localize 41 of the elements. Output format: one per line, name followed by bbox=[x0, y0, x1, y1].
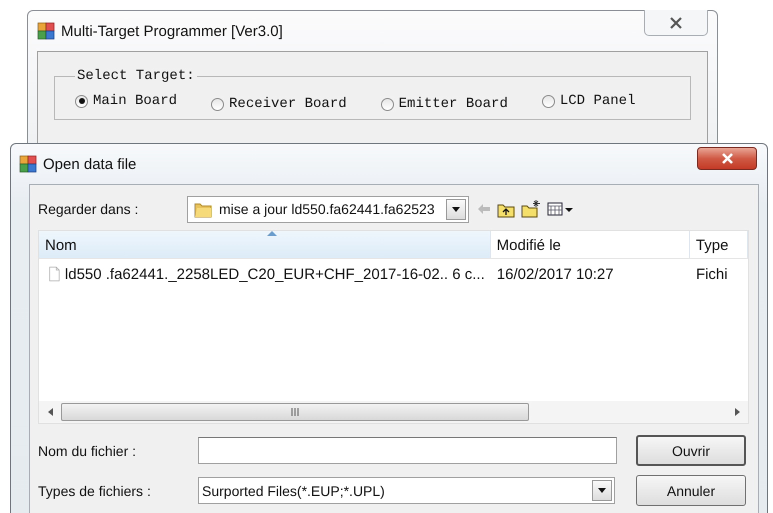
cancel-button[interactable]: Annuler bbox=[636, 475, 746, 506]
window-title: Multi-Target Programmer [Ver3.0] bbox=[61, 22, 283, 40]
look-in-label: Regarder dans : bbox=[38, 201, 140, 217]
column-header[interactable]: Nom bbox=[39, 231, 491, 258]
radio-label[interactable]: Emitter Board bbox=[398, 96, 508, 112]
dialog-title: Open data file bbox=[43, 156, 136, 172]
radio-label[interactable]: Main Board bbox=[93, 93, 178, 109]
view-menu-icon[interactable] bbox=[547, 201, 574, 217]
column-header[interactable]: Type bbox=[690, 231, 748, 258]
radio-button[interactable] bbox=[542, 94, 555, 108]
sort-arrow-icon bbox=[267, 231, 277, 236]
app-icon bbox=[37, 22, 55, 40]
close-icon bbox=[720, 152, 734, 165]
close-button[interactable] bbox=[644, 10, 708, 36]
open-button[interactable]: Ouvrir bbox=[636, 435, 746, 466]
grip-icon bbox=[291, 408, 299, 416]
scroll-right-icon[interactable] bbox=[734, 408, 740, 416]
date-cell-text: 16/02/2017 10:27 bbox=[496, 266, 615, 282]
group-label: Select Target: bbox=[76, 68, 196, 84]
file-name-field[interactable] bbox=[198, 437, 617, 464]
app-icon bbox=[19, 155, 37, 173]
scroll-left-icon[interactable] bbox=[48, 408, 52, 416]
file-name[interactable]: ld550 .fa62441._2258LED_C20_EUR+CHF_2017-16-02.. 6 c... bbox=[64, 266, 485, 282]
file-types-dropdown[interactable]: Surported Files(*.EUP;*.UPL) bbox=[198, 477, 615, 504]
radio-button[interactable] bbox=[211, 98, 224, 110]
caret-icon bbox=[451, 206, 461, 212]
new-folder-icon[interactable] bbox=[521, 200, 541, 218]
look-in-dropdown[interactable]: mise a jour ld550.fa62441.fa62523 bbox=[187, 196, 469, 222]
file-icon bbox=[49, 264, 60, 284]
caret-icon bbox=[597, 487, 607, 494]
type-cell-text: Fichi bbox=[694, 266, 729, 282]
horizontal-scrollbar[interactable] bbox=[39, 401, 748, 423]
radio-label[interactable]: LCD Panel bbox=[560, 93, 636, 109]
radio-label[interactable]: Receiver Board bbox=[229, 96, 347, 112]
close-icon bbox=[669, 16, 683, 30]
radio-button[interactable] bbox=[380, 98, 394, 110]
file-name-label: Nom du fichier : bbox=[38, 442, 138, 458]
file-types-label: Types de fichiers : bbox=[38, 482, 152, 498]
close-button[interactable] bbox=[697, 147, 757, 170]
column-header[interactable]: Modifié le bbox=[490, 231, 690, 258]
radio-button[interactable] bbox=[75, 94, 88, 108]
